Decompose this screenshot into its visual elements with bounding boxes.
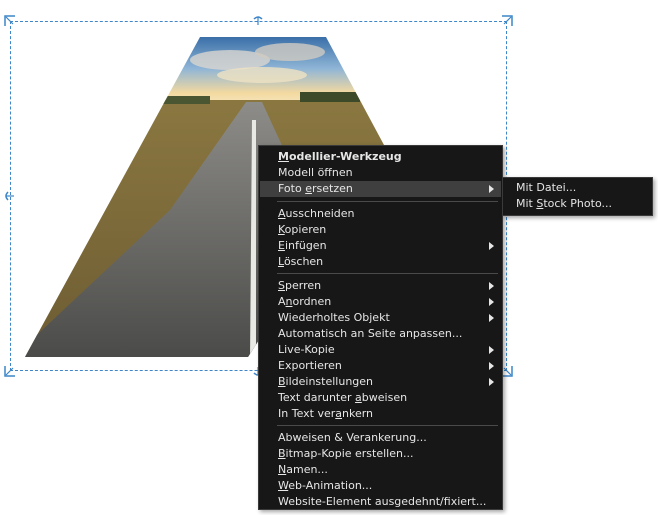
menu-item-modellier-werkzeug[interactable]: Modellier-Werkzeug <box>260 149 501 165</box>
menu-item-bildeinstellungen[interactable]: Bildeinstellungen <box>260 374 501 390</box>
menu-item-kopieren[interactable]: Kopieren <box>260 222 501 238</box>
resize-handle-top-left[interactable] <box>4 15 16 27</box>
submenu-arrow-icon <box>489 378 494 386</box>
resize-handle-top-right[interactable] <box>501 15 513 27</box>
submenu-item-mit-stock-photo[interactable]: Mit Stock Photo... <box>504 196 651 212</box>
resize-handle-bottom-left[interactable] <box>4 365 16 377</box>
submenu-item-mit-datei[interactable]: Mit Datei... <box>504 180 651 196</box>
submenu-arrow-icon <box>489 362 494 370</box>
menu-item-wiederholtes-objekt[interactable]: Wiederholtes Objekt <box>260 310 501 326</box>
menu-item-loeschen[interactable]: Löschen <box>260 254 501 270</box>
submenu-arrow-icon <box>489 346 494 354</box>
menu-separator <box>277 425 498 426</box>
menu-item-modell-oeffnen[interactable]: Modell öffnen <box>260 165 501 181</box>
menu-item-foto-ersetzen[interactable]: Foto ersetzen <box>260 181 501 197</box>
menu-item-web-animation[interactable]: Web-Animation... <box>260 478 501 494</box>
menu-item-anordnen[interactable]: Anordnen <box>260 294 501 310</box>
submenu-foto-ersetzen: Mit Datei... Mit Stock Photo... <box>502 177 653 216</box>
submenu-arrow-icon <box>489 185 494 193</box>
menu-item-automatisch-anpassen[interactable]: Automatisch an Seite anpassen... <box>260 326 501 342</box>
resize-handle-top[interactable] <box>252 15 264 27</box>
resize-handle-left[interactable] <box>4 190 16 202</box>
context-menu: Modellier-Werkzeug Modell öffnen Foto er… <box>258 145 503 510</box>
submenu-arrow-icon <box>489 242 494 250</box>
menu-item-namen[interactable]: Namen... <box>260 462 501 478</box>
menu-item-sperren[interactable]: Sperren <box>260 278 501 294</box>
menu-item-exportieren[interactable]: Exportieren <box>260 358 501 374</box>
submenu-arrow-icon <box>489 314 494 322</box>
menu-item-abweisen-verankerung[interactable]: Abweisen & Verankerung... <box>260 430 501 446</box>
menu-item-in-text-verankern[interactable]: In Text verankern <box>260 406 501 422</box>
menu-item-bitmap-kopie[interactable]: Bitmap-Kopie erstellen... <box>260 446 501 462</box>
menu-item-website-element[interactable]: Website-Element ausgedehnt/fixiert... <box>260 494 501 510</box>
menu-item-einfuegen[interactable]: Einfügen <box>260 238 501 254</box>
submenu-arrow-icon <box>489 298 494 306</box>
menu-item-ausschneiden[interactable]: Ausschneiden <box>260 206 501 222</box>
menu-separator <box>277 201 498 202</box>
menu-item-live-kopie[interactable]: Live-Kopie <box>260 342 501 358</box>
menu-separator <box>277 273 498 274</box>
menu-item-text-darunter-abweisen[interactable]: Text darunter abweisen <box>260 390 501 406</box>
submenu-arrow-icon <box>489 282 494 290</box>
